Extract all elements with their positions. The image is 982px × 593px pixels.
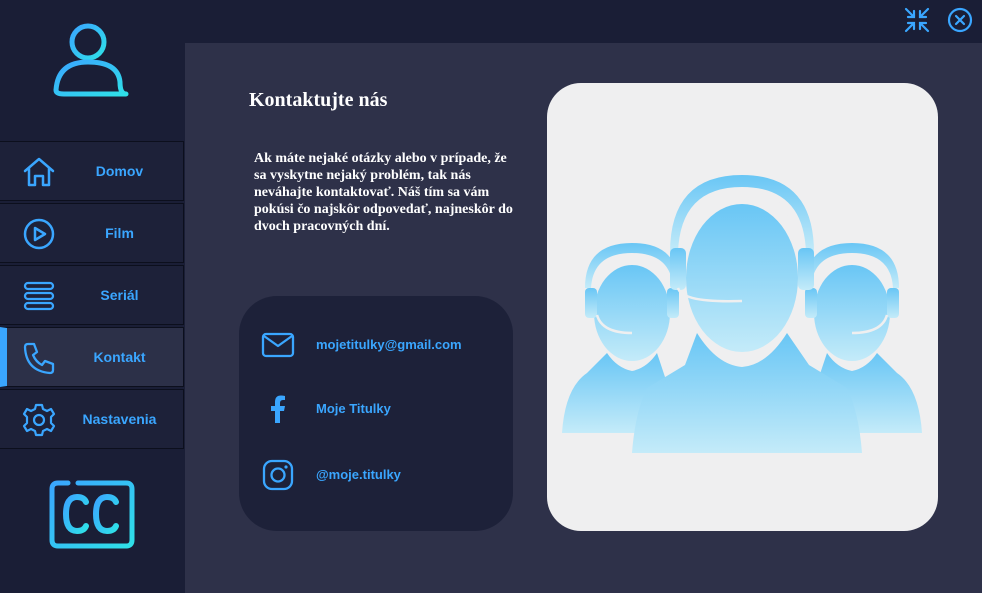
instagram-icon: [262, 459, 294, 491]
contact-card: mojetitulky@gmail.com Moje Titulky @moje…: [239, 296, 513, 531]
mail-icon: [261, 332, 295, 358]
compress-arrows-icon: [904, 7, 930, 33]
minimize-button[interactable]: [903, 6, 931, 34]
nav-menu: Domov Film Seriál Kontakt Nastavenia: [0, 141, 185, 451]
sidebar-item-domov[interactable]: Domov: [0, 141, 184, 201]
main-content: Kontaktujte nás Ak máte nejaké otázky al…: [185, 43, 982, 593]
home-icon: [23, 157, 55, 187]
sidebar-item-label: Kontakt: [93, 349, 146, 365]
contact-instagram[interactable]: @moje.titulky: [239, 455, 513, 495]
contact-description: Ak máte nejaké otázky alebo v prípade, ž…: [254, 151, 513, 234]
contact-facebook[interactable]: Moje Titulky: [239, 389, 513, 429]
close-circle-icon: [947, 7, 973, 33]
title-bar: [185, 0, 982, 43]
sidebar-item-label: Seriál: [100, 287, 139, 303]
sidebar-item-label: Nastavenia: [82, 411, 157, 427]
play-circle-icon: [23, 218, 55, 250]
sidebar-item-kontakt[interactable]: Kontakt: [0, 327, 184, 387]
sidebar-item-label: Domov: [95, 163, 144, 179]
stack-icon: [23, 281, 55, 311]
sidebar-item-nastavenia[interactable]: Nastavenia: [0, 389, 184, 449]
close-button[interactable]: [946, 6, 974, 34]
contact-email-label: mojetitulky@gmail.com: [316, 337, 462, 352]
contact-email[interactable]: mojetitulky@gmail.com: [239, 325, 513, 365]
gear-icon: [22, 403, 56, 437]
sidebar: Domov Film Seriál Kontakt Nastavenia: [0, 0, 185, 593]
customer-support-icon: [562, 175, 922, 453]
sidebar-item-label: Film: [105, 225, 134, 241]
cc-logo-icon: [49, 480, 135, 549]
sidebar-item-film[interactable]: Film: [0, 203, 184, 263]
page-title: Kontaktujte nás: [249, 89, 388, 111]
phone-icon: [23, 342, 55, 375]
facebook-icon: [271, 395, 285, 423]
sidebar-item-serial[interactable]: Seriál: [0, 265, 184, 325]
contact-facebook-label: Moje Titulky: [316, 401, 391, 416]
contact-instagram-label: @moje.titulky: [316, 467, 401, 482]
user-avatar-icon[interactable]: [50, 20, 130, 100]
support-illustration-panel: [547, 83, 938, 531]
